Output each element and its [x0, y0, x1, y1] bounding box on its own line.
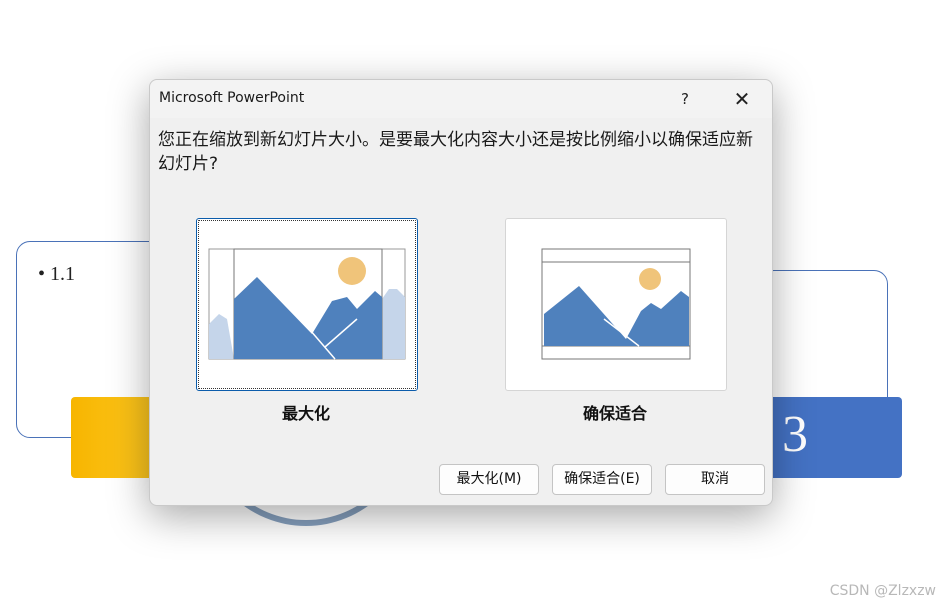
maximize-button[interactable]: 最大化(M): [439, 464, 539, 495]
maximize-preview-icon: [208, 248, 406, 360]
fit-option-label: 确保适合: [582, 404, 647, 423]
dialog-title: Microsoft PowerPoint: [159, 90, 305, 106]
cancel-button[interactable]: 取消: [665, 464, 765, 495]
fit-option[interactable]: [505, 218, 727, 391]
fit-preview-icon: [541, 248, 691, 360]
dialog-message: 您正在缩放到新幻灯片大小。是要最大化内容大小还是按比例缩小以确保适应新幻灯片?: [158, 130, 753, 174]
maximize-option[interactable]: [196, 218, 418, 391]
dialog-titlebar[interactable]: Microsoft PowerPoint ? ✕: [150, 80, 772, 118]
close-icon[interactable]: ✕: [722, 84, 762, 114]
help-icon[interactable]: ?: [665, 84, 705, 114]
watermark-text: CSDN @Zlzxzw: [829, 583, 936, 599]
ensure-fit-button[interactable]: 确保适合(E): [552, 464, 652, 495]
slide-bullet-text: • 1.1: [38, 263, 76, 285]
slide-number-text: 3: [782, 406, 808, 463]
scale-dialog: Microsoft PowerPoint ? ✕ 您正在缩放到新幻灯片大小。是要…: [149, 79, 773, 506]
maximize-option-label: 最大化: [281, 404, 330, 423]
